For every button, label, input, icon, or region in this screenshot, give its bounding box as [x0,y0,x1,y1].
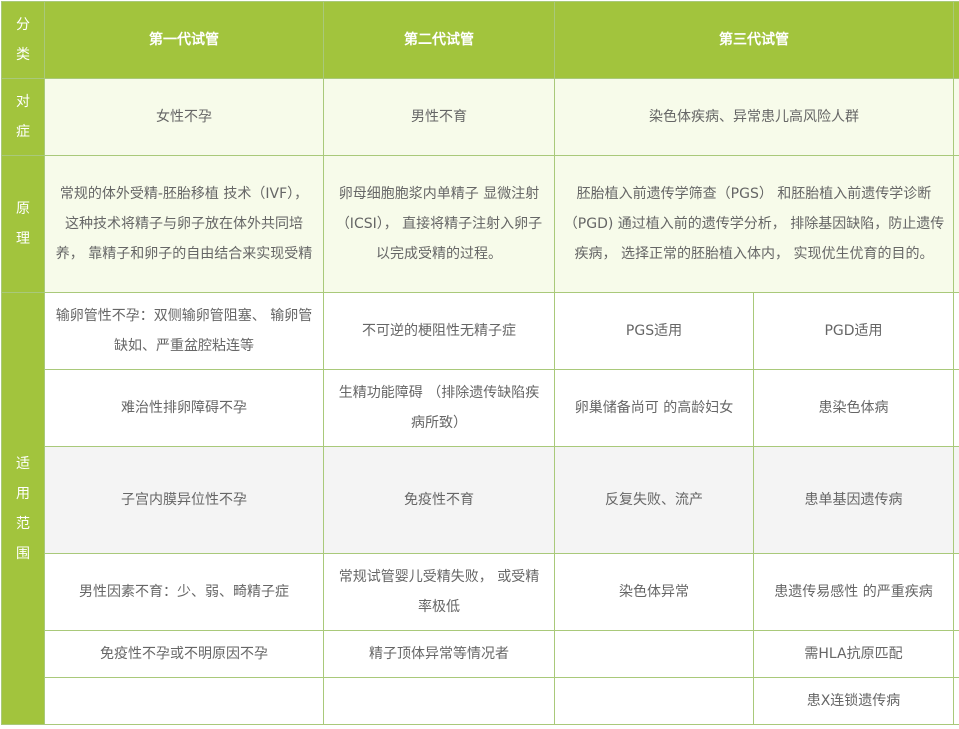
principle-gen3-cell: 胚胎植入前遗传学筛查（PGS） 和胚胎植入前遗传学诊断（PGD) 通过植入前的遗… [554,155,954,293]
scope-gen1-cell: 免疫性不孕或不明原因不孕 [44,630,324,678]
scope-gen1-cell: 输卵管性不孕：双侧输卵管阻塞、 输卵管缺如、严重盆腔粘连等 [44,292,324,370]
scope-overflow-cell [953,292,959,370]
header-category-cell: 分类 [1,1,45,79]
scope-row-6: 患X连锁遗传病 [2,677,959,725]
indication-gen3-cell: 染色体疾病、异常患儿高风险人群 [554,78,954,156]
scope-pgs-cell: 反复失败、流产 [554,446,754,554]
scope-pgd-cell: PGD适用 [753,292,954,370]
principle-gen1-cell: 常规的体外受精-胚胎移植 技术（IVF），这种技术将精子与卵子放在体外共同培养，… [44,155,324,293]
indication-overflow-cell [953,78,959,156]
scope-row-2: 难治性排卵障碍不孕 生精功能障碍 （排除遗传缺陷疾病所致） 卵巢储备尚可 的高龄… [2,369,959,447]
indication-gen2-cell: 男性不育 [323,78,555,156]
indication-row: 对症 女性不孕 男性不育 染色体疾病、异常患儿高风险人群 [1,78,959,156]
header-overflow-cell [953,1,959,79]
principle-row: 原理 常规的体外受精-胚胎移植 技术（IVF），这种技术将精子与卵子放在体外共同… [1,155,959,293]
scope-label-cell: 适用范围 [1,292,45,725]
scope-overflow-cell [953,553,959,631]
scope-pgs-cell [554,677,754,725]
scope-pgs-cell: 染色体异常 [554,553,754,631]
scope-gen2-cell: 免疫性不育 [323,446,555,554]
scope-overflow-cell [953,446,959,554]
scope-pgs-cell: PGS适用 [554,292,754,370]
scope-gen1-cell: 子宫内膜异位性不孕 [44,446,324,554]
scope-gen1-cell: 难治性排卵障碍不孕 [44,369,324,447]
scope-pgd-cell: 患单基因遗传病 [753,446,954,554]
scope-pgd-cell: 患染色体病 [753,369,954,447]
header-gen2-cell: 第二代试管 [323,1,555,79]
scope-overflow-cell [953,677,959,725]
scope-gen2-cell: 精子顶体异常等情况者 [323,630,555,678]
scope-row-3: 子宫内膜异位性不孕 免疫性不育 反复失败、流产 患单基因遗传病 [2,446,959,554]
principle-label-cell: 原理 [1,155,45,293]
scope-row-5: 免疫性不孕或不明原因不孕 精子顶体异常等情况者 需HLA抗原匹配 [2,630,959,678]
scope-gen1-cell [44,677,324,725]
scope-gen2-cell: 常规试管婴儿受精失败， 或受精率极低 [323,553,555,631]
scope-row-4: 男性因素不育：少、弱、畸精子症 常规试管婴儿受精失败， 或受精率极低 染色体异常… [2,553,959,631]
scope-overflow-cell [953,369,959,447]
header-gen3-cell: 第三代试管 [554,1,954,79]
scope-pgs-cell: 卵巢储备尚可 的高龄妇女 [554,369,754,447]
scope-gen2-cell: 不可逆的梗阻性无精子症 [323,292,555,370]
scope-gen1-cell: 男性因素不育：少、弱、畸精子症 [44,553,324,631]
scope-pgd-cell: 患X连锁遗传病 [753,677,954,725]
principle-gen2-cell: 卵母细胞胞浆内单精子 显微注射（ICSI）， 直接将精子注射入卵子 以完成受精的… [323,155,555,293]
scope-overflow-cell [953,630,959,678]
scope-pgd-cell: 患遗传易感性 的严重疾病 [753,553,954,631]
scope-gen2-cell [323,677,555,725]
ivf-generation-comparison-table: 分类 第一代试管 第二代试管 第三代试管 对症 女性不孕 男性不育 染色体疾病、… [1,1,959,725]
principle-overflow-cell [953,155,959,293]
header-gen1-cell: 第一代试管 [44,1,324,79]
indication-label-cell: 对症 [1,78,45,156]
comparison-table-container: 分类 第一代试管 第二代试管 第三代试管 对症 女性不孕 男性不育 染色体疾病、… [0,0,959,729]
scope-gen2-cell: 生精功能障碍 （排除遗传缺陷疾病所致） [323,369,555,447]
indication-gen1-cell: 女性不孕 [44,78,324,156]
scope-row-1: 适用范围 输卵管性不孕：双侧输卵管阻塞、 输卵管缺如、严重盆腔粘连等 不可逆的梗… [1,292,959,725]
scope-pgd-cell: 需HLA抗原匹配 [753,630,954,678]
header-row: 分类 第一代试管 第二代试管 第三代试管 [1,1,959,79]
scope-pgs-cell [554,630,754,678]
